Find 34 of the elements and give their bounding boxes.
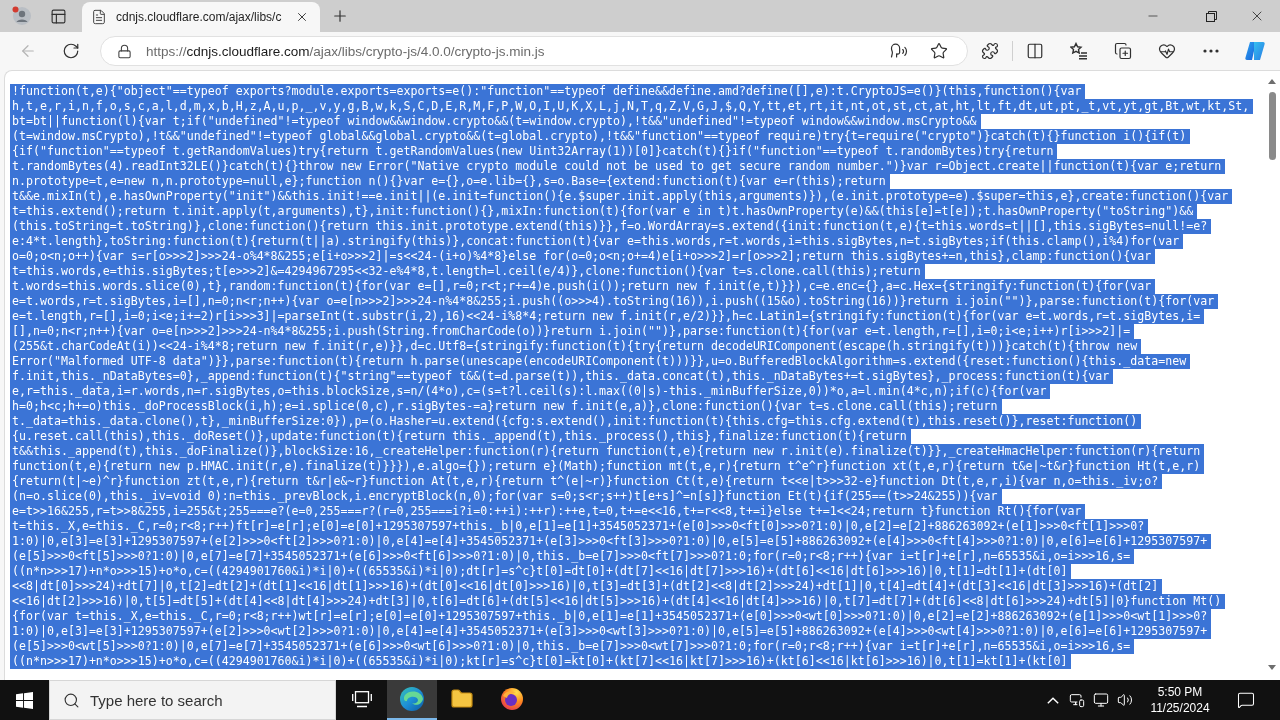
folder-icon — [450, 687, 474, 711]
collections-icon — [1114, 42, 1132, 60]
devices-icon — [1069, 692, 1085, 708]
swirl-browser-icon — [399, 686, 425, 712]
puzzle-icon — [981, 42, 999, 60]
search-icon — [63, 691, 80, 709]
taskbar-search-field[interactable]: Type here to search — [49, 680, 336, 720]
windows-logo-icon — [15, 691, 33, 709]
taskbar-clock[interactable]: 5:50 PM 11/25/2024 — [1142, 680, 1218, 720]
chevron-up-icon — [1047, 696, 1059, 704]
monitor-icon — [1093, 692, 1109, 708]
message-icon — [1237, 691, 1255, 709]
scrollbar-thumb[interactable] — [1268, 92, 1276, 160]
profile-icon[interactable] — [12, 6, 32, 26]
speaker-icon — [1117, 692, 1133, 708]
split-screen-icon — [1026, 42, 1044, 60]
restore-icon — [1205, 10, 1217, 22]
taskbar-app-button[interactable] — [387, 680, 437, 720]
scroll-up-icon[interactable] — [1268, 79, 1276, 84]
star-list-icon — [1070, 42, 1088, 60]
refresh-icon — [62, 42, 80, 60]
more-icon — [1203, 49, 1219, 53]
page-icon — [91, 9, 107, 25]
lock-icon — [117, 43, 132, 59]
star-icon — [930, 42, 948, 60]
browser-tab[interactable]: cdnjs.cloudflare.com/ajax/libs/c — [82, 2, 321, 32]
assistant-icon — [1244, 40, 1266, 62]
speech-icon — [890, 42, 908, 60]
heart-pulse-icon — [1158, 42, 1176, 60]
fox-globe-icon — [500, 687, 524, 711]
scroll-down-icon[interactable] — [1268, 665, 1276, 670]
address-bar[interactable]: https://cdnjs.cloudflare.com/ajax/libs/crypto-js/4.0.0/crypto-js.min.js — [100, 36, 968, 66]
tab-actions-icon[interactable] — [49, 7, 67, 25]
task-view-icon — [352, 690, 372, 708]
